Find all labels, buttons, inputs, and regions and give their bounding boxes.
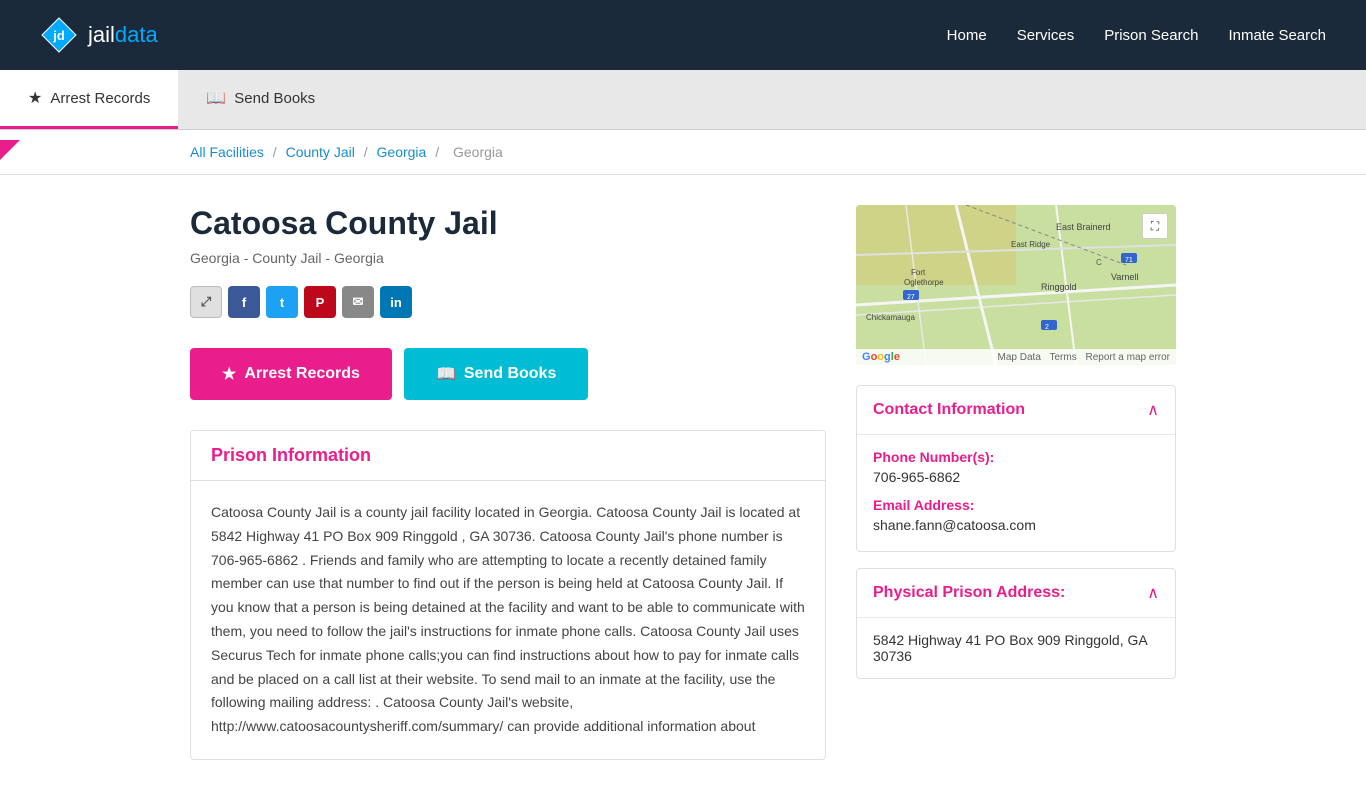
facility-subtitle: Georgia - County Jail - Georgia — [190, 250, 826, 266]
svg-text:jd: jd — [52, 28, 65, 43]
breadcrumb-sep-3: / — [435, 144, 439, 160]
arrest-star-icon: ★ — [222, 364, 236, 384]
svg-text:Ringgold: Ringgold — [1041, 282, 1077, 292]
social-icons: ⤢ f t P ✉ in — [190, 286, 826, 318]
linkedin-icon[interactable]: in — [380, 286, 412, 318]
map-footer-links: Map Data Terms Report a map error — [998, 352, 1170, 363]
breadcrumb-georgia[interactable]: Georgia — [377, 144, 427, 160]
tab-arrest-records[interactable]: ★ Arrest Records — [0, 70, 178, 129]
address-card: Physical Prison Address: ∧ 5842 Highway … — [856, 568, 1176, 679]
contact-info-header: Contact Information ∧ — [857, 386, 1175, 435]
pinterest-icon[interactable]: P — [304, 286, 336, 318]
prison-info-section: Prison Information Catoosa County Jail i… — [190, 430, 826, 760]
left-content: Catoosa County Jail Georgia - County Jai… — [190, 205, 826, 760]
tab-arrest-records-label: Arrest Records — [50, 90, 150, 107]
main-nav: Home Services Prison Search Inmate Searc… — [947, 27, 1326, 44]
svg-text:71: 71 — [1125, 257, 1133, 264]
tab-send-books-label: Send Books — [234, 90, 315, 107]
svg-text:Varnell: Varnell — [1111, 272, 1138, 282]
svg-text:Fort: Fort — [911, 268, 926, 277]
svg-text:Chickamauga: Chickamauga — [866, 313, 915, 322]
contact-info-title: Contact Information — [873, 401, 1025, 419]
svg-text:East Brainerd: East Brainerd — [1056, 222, 1111, 232]
map-container: East Brainerd East Ridge C Fort Oglethor… — [856, 205, 1176, 365]
facility-title: Catoosa County Jail — [190, 205, 826, 242]
breadcrumb-sep-1: / — [273, 144, 277, 160]
map-data-label[interactable]: Map Data — [998, 352, 1041, 363]
address-body: 5842 Highway 41 PO Box 909 Ringgold, GA … — [857, 618, 1175, 678]
phone-label: Phone Number(s): — [873, 449, 1159, 465]
twitter-icon[interactable]: t — [266, 286, 298, 318]
arrest-records-button-label: Arrest Records — [244, 365, 360, 383]
breadcrumb-current: Georgia — [453, 144, 503, 160]
nav-home[interactable]: Home — [947, 27, 987, 44]
facebook-icon[interactable]: f — [228, 286, 260, 318]
breadcrumb-all-facilities[interactable]: All Facilities — [190, 144, 264, 160]
red-corner-decoration — [0, 140, 20, 160]
phone-value: 706-965-6862 — [873, 469, 1159, 485]
site-header: jd jaildata Home Services Prison Search … — [0, 0, 1366, 70]
prison-info-body: Catoosa County Jail is a county jail fac… — [191, 481, 825, 759]
map-expand-button[interactable]: ⛶ — [1142, 213, 1168, 239]
google-logo: Google — [862, 351, 900, 363]
svg-text:East Ridge: East Ridge — [1011, 240, 1051, 249]
map-placeholder: East Brainerd East Ridge C Fort Oglethor… — [856, 205, 1176, 365]
share-icon[interactable]: ⤢ — [190, 286, 222, 318]
tab-send-books[interactable]: 📖 Send Books — [178, 70, 343, 129]
map-report[interactable]: Report a map error — [1086, 352, 1170, 363]
action-buttons: ★ Arrest Records 📖 Send Books — [190, 348, 826, 400]
svg-text:2: 2 — [1045, 324, 1049, 331]
send-books-button[interactable]: 📖 Send Books — [404, 348, 588, 400]
book-icon: 📖 — [206, 88, 226, 108]
main-container: Catoosa County Jail Georgia - County Jai… — [0, 175, 1366, 790]
contact-info-body: Phone Number(s): 706-965-6862 Email Addr… — [857, 435, 1175, 551]
prison-info-header: Prison Information — [191, 431, 825, 481]
address-card-header: Physical Prison Address: ∧ — [857, 569, 1175, 618]
send-books-book-icon: 📖 — [436, 364, 456, 384]
svg-text:27: 27 — [907, 294, 915, 301]
address-chevron[interactable]: ∧ — [1147, 583, 1159, 603]
email-label: Email Address: — [873, 497, 1159, 513]
nav-prison-search[interactable]: Prison Search — [1104, 27, 1198, 44]
svg-text:C: C — [1096, 258, 1102, 267]
tabs-bar: ★ Arrest Records 📖 Send Books — [0, 70, 1366, 130]
send-books-button-label: Send Books — [464, 365, 556, 383]
breadcrumb-county-jail[interactable]: County Jail — [286, 144, 355, 160]
prison-info-text: Catoosa County Jail is a county jail fac… — [211, 501, 805, 739]
map-svg: East Brainerd East Ridge C Fort Oglethor… — [856, 205, 1176, 365]
nav-services[interactable]: Services — [1017, 27, 1075, 44]
arrest-records-button[interactable]: ★ Arrest Records — [190, 348, 392, 400]
map-terms[interactable]: Terms — [1050, 352, 1077, 363]
prison-info-title: Prison Information — [211, 445, 805, 466]
contact-info-chevron[interactable]: ∧ — [1147, 400, 1159, 420]
email-value: shane.fann@catoosa.com — [873, 517, 1159, 533]
breadcrumb: All Facilities / County Jail / Georgia /… — [0, 130, 1366, 175]
nav-inmate-search[interactable]: Inmate Search — [1228, 27, 1326, 44]
star-icon: ★ — [28, 88, 42, 108]
logo[interactable]: jd jaildata — [40, 16, 158, 54]
contact-info-card: Contact Information ∧ Phone Number(s): 7… — [856, 385, 1176, 552]
right-sidebar: East Brainerd East Ridge C Fort Oglethor… — [856, 205, 1176, 760]
logo-diamond-icon: jd — [40, 16, 78, 54]
address-value: 5842 Highway 41 PO Box 909 Ringgold, GA … — [873, 632, 1147, 664]
breadcrumb-sep-2: / — [364, 144, 368, 160]
logo-text: jaildata — [88, 22, 158, 48]
email-share-icon[interactable]: ✉ — [342, 286, 374, 318]
address-title: Physical Prison Address: — [873, 584, 1065, 602]
svg-text:Oglethorpe: Oglethorpe — [904, 278, 944, 287]
map-footer: Google Map Data Terms Report a map error — [856, 349, 1176, 365]
